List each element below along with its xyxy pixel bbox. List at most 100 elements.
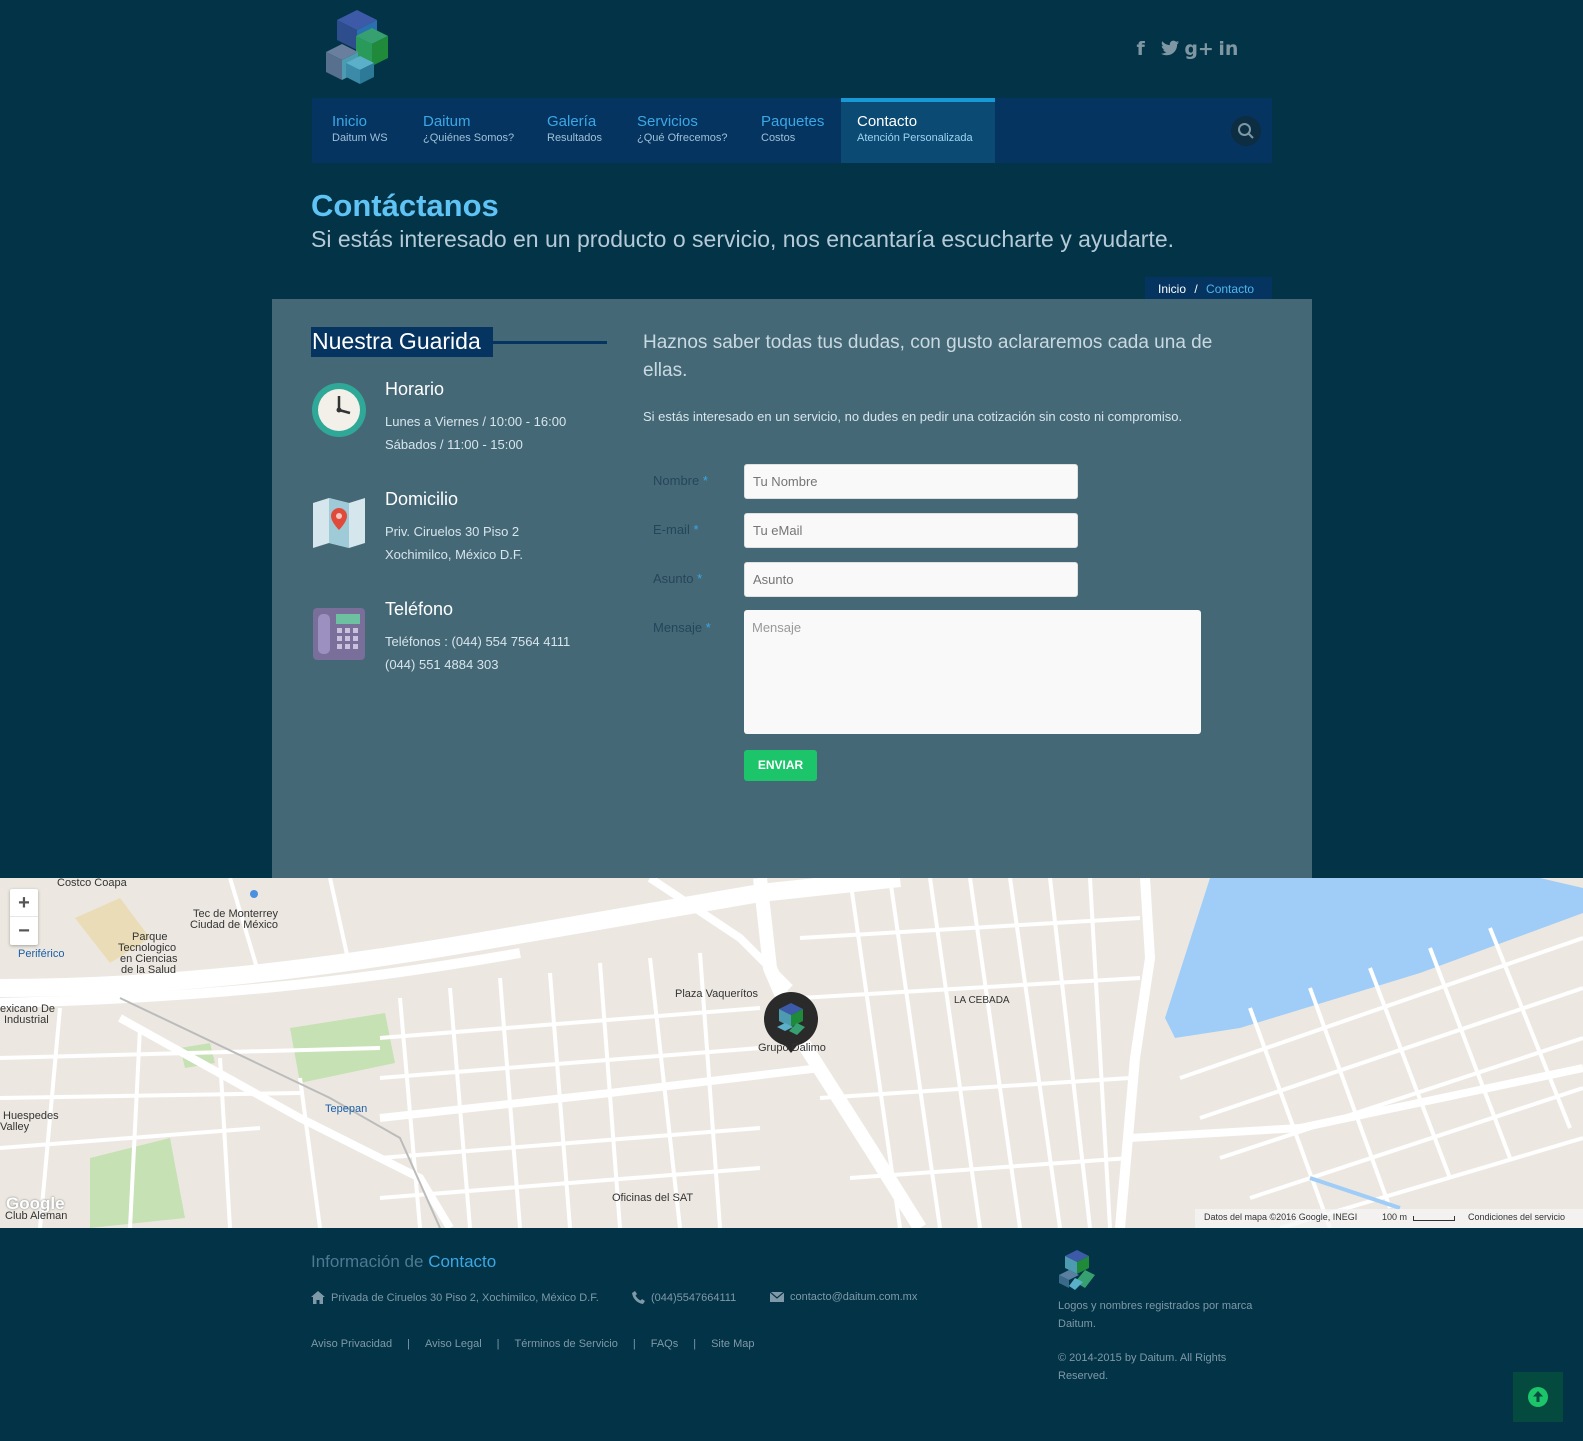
social-links: f g+ in (1126, 38, 1243, 61)
footer-link-separator: | (693, 1338, 697, 1350)
map-terms-link[interactable]: Condiciones del servicio (1468, 1212, 1565, 1222)
footer-title: Información de Contacto (311, 1252, 497, 1271)
nav-subtitle: Daitum WS (332, 132, 388, 144)
footer-address: Privada de Ciruelos 30 Piso 2, Xochimilc… (311, 1291, 599, 1304)
facebook-icon[interactable]: f (1126, 38, 1155, 61)
horario-line-1: Lunes a Viernes / 10:00 - 16:00 (385, 414, 567, 429)
scroll-to-top-button[interactable] (1513, 1372, 1563, 1422)
email-label: E-mail * (653, 522, 699, 537)
location-map[interactable]: Costco Coapa Tec de Monterrey Ciudad de … (0, 878, 1583, 1228)
google-logo: Google (6, 1194, 65, 1213)
footer-logo (1059, 1250, 1095, 1290)
map-scale: 100 m (1382, 1212, 1408, 1222)
zoom-in-button[interactable]: + (10, 889, 38, 917)
nav-subtitle: Resultados (547, 132, 603, 144)
nav-title: Contacto (857, 113, 918, 130)
breadcrumb-separator: / (1194, 282, 1198, 296)
map-label: Costco Coapa (57, 878, 127, 889)
map-label: Industrial (4, 1014, 49, 1026)
map-label: Ciudad de México (190, 919, 279, 931)
nav-item-servicios[interactable]: Servicios ¿Qué Ofrecemos? (637, 98, 727, 163)
footer-phone: (044)5547664111 (632, 1291, 736, 1304)
horario-line-2: Sábados / 11:00 - 15:00 (385, 437, 523, 452)
twitter-icon[interactable] (1155, 38, 1184, 61)
nav-title: Servicios (637, 113, 698, 130)
telefono-line-2: (044) 551 4884 303 (385, 657, 499, 672)
map-zoom-control: + − (10, 889, 38, 945)
footer-link-terminos[interactable]: Términos de Servicio (515, 1338, 618, 1350)
form-lead: Haznos saber todas tus dudas, con gusto … (643, 332, 1213, 381)
main-nav: Inicio Daitum WS Daitum ¿Quiénes Somos? … (312, 98, 1272, 163)
map-label: de la Salud (121, 964, 177, 976)
breadcrumb-home[interactable]: Inicio (1158, 282, 1186, 296)
nav-title: Galería (547, 113, 597, 130)
nav-item-inicio[interactable]: Inicio Daitum WS (332, 98, 388, 163)
daitum-logo[interactable] (322, 8, 392, 84)
breadcrumb-current: Contacto (1206, 282, 1255, 296)
footer-link-privacidad[interactable]: Aviso Privacidad (311, 1338, 392, 1350)
footer-link-separator: | (496, 1338, 500, 1350)
domicilio-line-2: Xochimilco, México D.F. (385, 547, 523, 562)
nav-subtitle: ¿Quiénes Somos? (423, 132, 515, 144)
nav-title: Paquetes (761, 113, 825, 130)
nav-title: Daitum (423, 113, 471, 130)
footer-link-faqs[interactable]: FAQs (651, 1338, 679, 1350)
phone-handset-icon (632, 1291, 645, 1304)
map-label: LA CEBADA (954, 995, 1010, 1006)
home-icon (311, 1291, 325, 1304)
footer-email[interactable]: contacto@daitum.com.mx (770, 1291, 917, 1303)
footer-link-separator: | (407, 1338, 410, 1350)
map-icon (313, 498, 365, 548)
google-plus-icon[interactable]: g+ (1184, 38, 1214, 61)
zoom-out-button[interactable]: − (10, 917, 38, 945)
footer-trademark: Logos y nombres registrados por marca Da… (1058, 1300, 1253, 1330)
heading-underline (490, 341, 607, 344)
clock-icon (312, 383, 366, 437)
map-label: Plaza Vaquerítos (675, 988, 758, 1000)
domicilio-line-1: Priv. Ciruelos 30 Piso 2 (385, 524, 520, 539)
horario-title: Horario (385, 379, 445, 399)
form-lead-2: Si estás interesado en un servicio, no d… (643, 409, 1183, 424)
nombre-input[interactable] (744, 464, 1078, 499)
map-label: Tepepan (325, 1103, 368, 1115)
page-title: Contáctanos (311, 188, 499, 223)
nav-title: Inicio (332, 113, 368, 130)
footer-link-legal[interactable]: Aviso Legal (425, 1338, 482, 1350)
email-input[interactable] (744, 513, 1078, 548)
nav-subtitle: ¿Qué Ofrecemos? (637, 132, 728, 144)
nav-subtitle: Costos (761, 132, 796, 144)
search-button[interactable] (1231, 116, 1261, 146)
map-label: Valley (0, 1121, 30, 1133)
mensaje-label: Mensaje * (653, 620, 711, 635)
nav-subtitle: Atención Personalizada (857, 132, 973, 144)
footer-link-sitemap[interactable]: Site Map (711, 1338, 754, 1350)
map-attribution: Datos del mapa ©2016 Google, INEGI (1204, 1212, 1358, 1222)
mensaje-textarea[interactable]: Mensaje (744, 610, 1201, 734)
telefono-line-1: Teléfonos : (044) 554 7564 4111 (385, 634, 571, 649)
map-scale-bar (1413, 1216, 1455, 1221)
nav-item-paquetes[interactable]: Paquetes Costos (761, 98, 824, 163)
nav-item-daitum[interactable]: Daitum ¿Quiénes Somos? (423, 98, 514, 163)
page-subtitle: Si estás interesado en un producto o ser… (311, 226, 1175, 252)
phone-icon (313, 608, 365, 660)
map-label: Grupo Dalimo (758, 1042, 826, 1054)
search-icon (1238, 123, 1254, 139)
linkedin-icon[interactable]: in (1214, 38, 1243, 61)
nav-item-contacto[interactable]: Contacto Atención Personalizada (841, 98, 995, 163)
nombre-label: Nombre * (653, 473, 708, 488)
breadcrumb: Inicio / Contacto (1145, 277, 1272, 299)
domicilio-title: Domicilio (385, 489, 459, 509)
send-button[interactable]: ENVIAR (744, 750, 817, 781)
footer-links: Aviso Privacidad | Aviso Legal | Términos … (311, 1338, 755, 1350)
map-label: Oficinas del SAT (612, 1192, 694, 1204)
asunto-label: Asunto * (653, 571, 703, 586)
footer-link-separator: | (632, 1338, 636, 1350)
section-heading: Nuestra Guarida (311, 327, 493, 357)
telefono-title: Teléfono (385, 599, 454, 619)
asunto-input[interactable] (744, 562, 1078, 597)
envelope-icon (770, 1292, 784, 1302)
nav-item-galeria[interactable]: Galería Resultados (547, 98, 602, 163)
map-label: Periférico (18, 948, 65, 960)
arrow-up-circle-icon (1528, 1387, 1548, 1407)
footer-copyright: © 2014-2015 by Daitum. All Rights Reserv… (1058, 1352, 1227, 1382)
